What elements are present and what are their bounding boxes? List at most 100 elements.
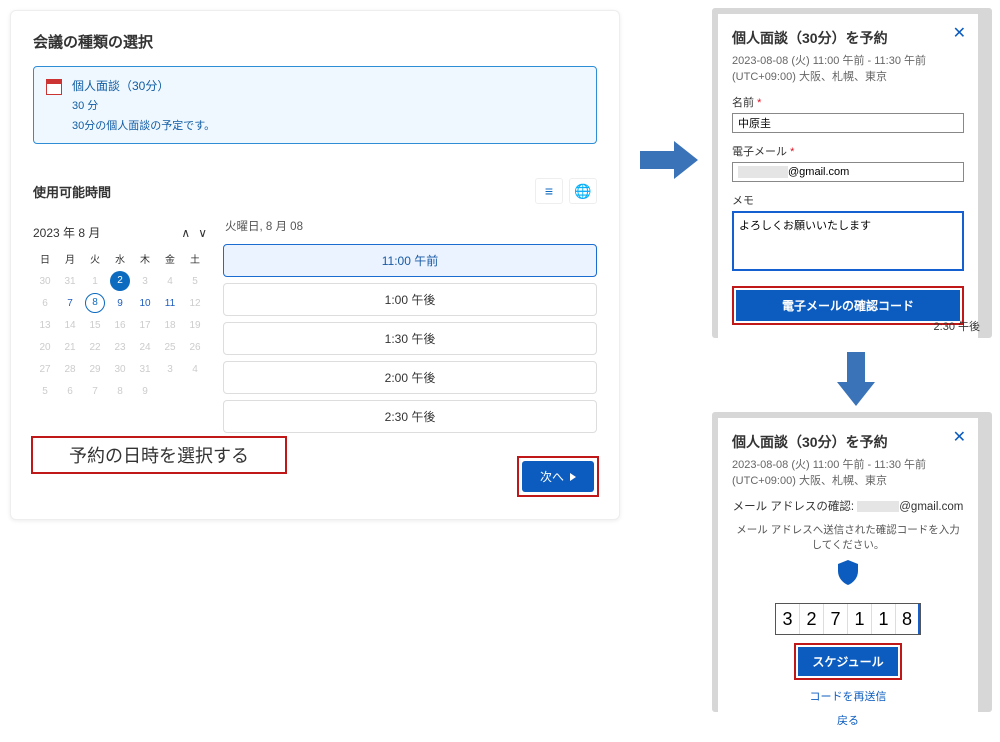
calendar-day[interactable]: 31 — [58, 271, 82, 292]
email-masked-part: xxxxx — [738, 166, 788, 178]
calendar-day[interactable]: 31 — [133, 359, 157, 380]
calendar-widget: 2023 年 8 月 ∧ ∨ 日 月 火 水 木 金 土 30 31 1 2 3… — [33, 214, 207, 439]
close-button[interactable]: ✕ — [953, 26, 966, 42]
meeting-type-duration: 30 分 — [72, 97, 215, 113]
booking-form-panel: ✕ 個人面談（30分）を予約 2023-08-08 (火) 11:00 午前 -… — [718, 14, 978, 339]
time-slot[interactable]: 1:30 午後 — [223, 322, 597, 355]
timezone-button[interactable]: 🌐 — [569, 178, 597, 204]
next-month-button[interactable]: ∨ — [198, 226, 207, 240]
calendar-day[interactable]: 21 — [58, 337, 82, 358]
email-label: 電子メール — [732, 146, 787, 158]
meeting-type-card[interactable]: 個人面談（30分） 30 分 30分の個人面談の予定です。 — [33, 66, 597, 144]
availability-heading: 使用可能時間 — [33, 182, 111, 201]
close-button[interactable]: ✕ — [953, 430, 966, 446]
back-link[interactable]: 戻る — [732, 712, 964, 728]
globe-icon: 🌐 — [574, 183, 591, 200]
calendar-day[interactable]: 1 — [83, 271, 107, 292]
calendar-day[interactable]: 16 — [108, 315, 132, 336]
calendar-day-selected[interactable]: 8 — [85, 293, 105, 313]
calendar-day[interactable]: 28 — [58, 359, 82, 380]
calendar-day[interactable]: 30 — [108, 359, 132, 380]
calendar-day[interactable]: 10 — [133, 293, 157, 314]
filter-button[interactable]: ≡ — [535, 178, 563, 204]
background-time-slot: 2:30 午後 — [934, 318, 980, 334]
verify-panel-datetime: 2023-08-08 (火) 11:00 午前 - 11:30 午前 — [732, 456, 964, 472]
email-masked-part: x — [857, 501, 899, 512]
name-label: 名前 — [732, 97, 754, 109]
calendar-day[interactable]: 4 — [158, 271, 182, 292]
verify-hint: メール アドレスへ送信された確認コードを入力してください。 — [732, 522, 964, 552]
calendar-day[interactable]: 6 — [58, 381, 82, 402]
select-meeting-heading: 会議の種類の選択 — [33, 31, 597, 52]
calendar-day[interactable]: 12 — [183, 293, 207, 314]
verification-code-input[interactable]: 3 2 7 1 1 8 — [775, 603, 921, 635]
booking-form-datetime: 2023-08-08 (火) 11:00 午前 - 11:30 午前 — [732, 52, 964, 68]
verify-backdrop: ✕ 個人面談（30分）を予約 2023-08-08 (火) 11:00 午前 -… — [712, 412, 992, 712]
schedule-button[interactable]: スケジュール — [798, 647, 897, 676]
callout-confirm-button: 電子メールの確認コード — [732, 286, 964, 325]
meeting-type-title: 個人面談（30分） — [72, 77, 215, 94]
calendar-day[interactable]: 27 — [33, 359, 57, 380]
time-slot-selected[interactable]: 11:00 午前 — [223, 244, 597, 277]
booking-form-title: 個人面談（30分）を予約 — [732, 28, 964, 48]
calendar-day[interactable]: 26 — [183, 337, 207, 358]
verify-panel: ✕ 個人面談（30分）を予約 2023-08-08 (火) 11:00 午前 -… — [718, 418, 978, 742]
calendar-day[interactable]: 5 — [33, 381, 57, 402]
calendar-day[interactable]: 19 — [183, 315, 207, 336]
filter-icon: ≡ — [545, 183, 553, 199]
calendar-day[interactable]: 4 — [183, 359, 207, 380]
next-button[interactable]: 次へ — [522, 461, 594, 492]
calendar-day[interactable]: 9 — [108, 293, 132, 314]
calendar-day[interactable]: 3 — [158, 359, 182, 380]
calendar-day[interactable]: 11 — [158, 293, 182, 314]
name-input[interactable] — [732, 113, 964, 133]
calendar-day-today[interactable]: 2 — [110, 271, 130, 291]
flow-arrow-down-icon — [831, 352, 881, 408]
calendar-day[interactable]: 24 — [133, 337, 157, 358]
calendar-day[interactable]: 23 — [108, 337, 132, 358]
shield-icon — [732, 558, 964, 589]
calendar-day[interactable]: 13 — [33, 315, 57, 336]
callout-schedule-button: スケジュール — [794, 643, 901, 680]
time-slot[interactable]: 2:30 午後 — [223, 400, 597, 433]
calendar-day[interactable]: 18 — [158, 315, 182, 336]
calendar-day[interactable]: 14 — [58, 315, 82, 336]
calendar-day[interactable]: 15 — [83, 315, 107, 336]
callout-select-datetime: 予約の日時を選択する — [31, 436, 287, 474]
email-input[interactable]: xxxxx@gmail.com — [732, 162, 964, 182]
calendar-day[interactable]: 17 — [133, 315, 157, 336]
chevron-right-icon — [570, 473, 576, 481]
calendar-day[interactable]: 5 — [183, 271, 207, 292]
booking-form-timezone: (UTC+09:00) 大阪、札幌、東京 — [732, 68, 964, 84]
slots-date-label: 火曜日, 8 月 08 — [225, 218, 597, 234]
calendar-day[interactable]: 8 — [108, 381, 132, 402]
time-slot[interactable]: 2:00 午後 — [223, 361, 597, 394]
booking-form-backdrop: ✕ 個人面談（30分）を予約 2023-08-08 (火) 11:00 午前 -… — [712, 8, 992, 338]
memo-label: メモ — [732, 192, 964, 208]
calendar-icon — [46, 79, 62, 95]
calendar-day[interactable]: 7 — [58, 293, 82, 314]
time-slot[interactable]: 1:00 午後 — [223, 283, 597, 316]
meeting-type-description: 30分の個人面談の予定です。 — [72, 117, 215, 133]
prev-month-button[interactable]: ∧ — [181, 226, 190, 240]
resend-code-link[interactable]: コードを再送信 — [732, 688, 964, 704]
calendar-day[interactable]: 30 — [33, 271, 57, 292]
time-slots: 火曜日, 8 月 08 11:00 午前 1:00 午後 1:30 午後 2:0… — [223, 214, 597, 439]
booking-panel-select: 会議の種類の選択 個人面談（30分） 30 分 30分の個人面談の予定です。 使… — [10, 10, 620, 520]
calendar-day[interactable]: 20 — [33, 337, 57, 358]
meeting-type-body: 個人面談（30分） 30 分 30分の個人面談の予定です。 — [72, 77, 215, 133]
calendar-day[interactable]: 25 — [158, 337, 182, 358]
calendar-day[interactable]: 7 — [83, 381, 107, 402]
verify-panel-title: 個人面談（30分）を予約 — [732, 432, 964, 452]
calendar-day[interactable]: 6 — [33, 293, 57, 314]
calendar-day[interactable]: 3 — [133, 271, 157, 292]
verify-email-line: メール アドレスの確認: x@gmail.com — [732, 498, 964, 514]
memo-textarea[interactable] — [732, 211, 964, 271]
calendar-day[interactable]: 9 — [133, 381, 157, 402]
calendar-day[interactable]: 29 — [83, 359, 107, 380]
flow-arrow-right-icon — [640, 135, 700, 185]
email-confirm-code-button[interactable]: 電子メールの確認コード — [736, 290, 960, 321]
callout-next-button: 次へ — [517, 456, 599, 497]
calendar-day[interactable]: 22 — [83, 337, 107, 358]
verify-panel-timezone: (UTC+09:00) 大阪、札幌、東京 — [732, 472, 964, 488]
